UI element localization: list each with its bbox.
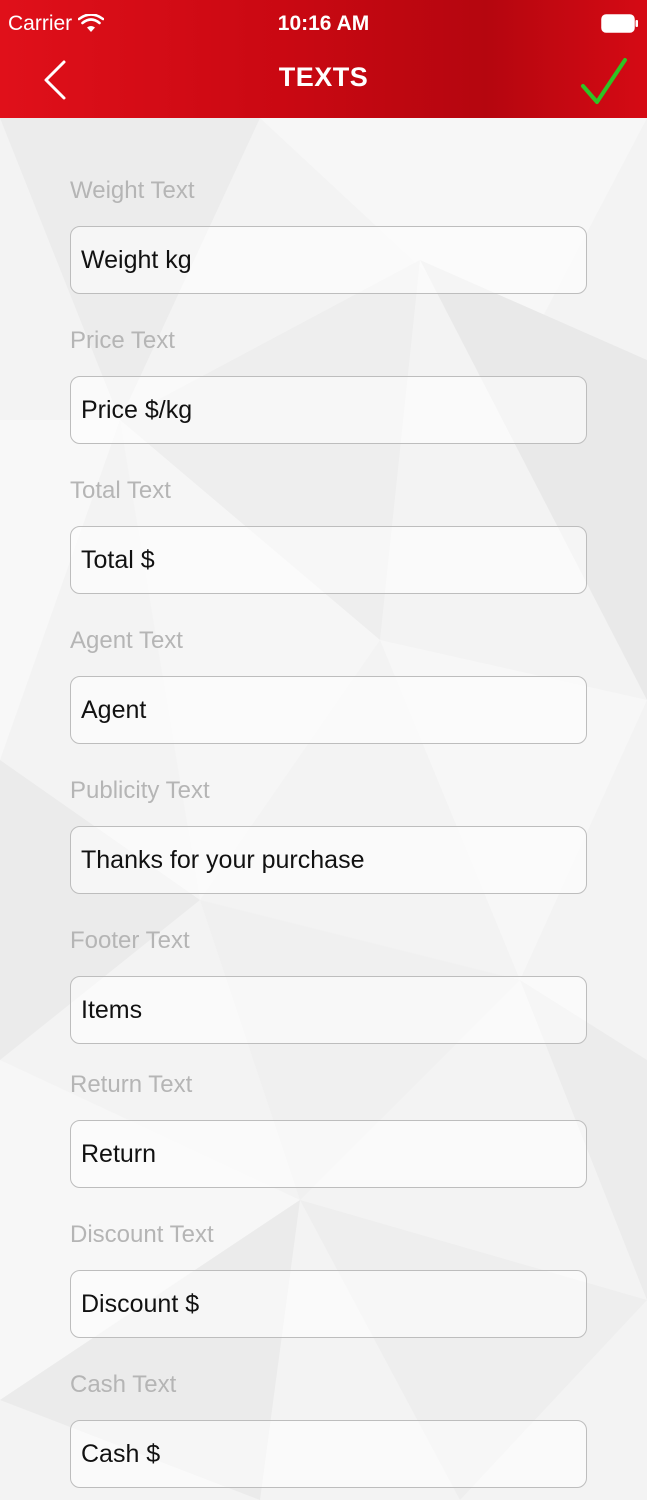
- discount-text-field: Discount Text: [70, 1220, 587, 1338]
- footer-text-input[interactable]: [70, 976, 587, 1044]
- cash-text-field: Cash Text: [70, 1370, 587, 1488]
- weight-text-field: Weight Text: [70, 176, 587, 294]
- agent-text-input[interactable]: [70, 676, 587, 744]
- publicity-text-input[interactable]: [70, 826, 587, 894]
- footer-text-field: Footer Text: [70, 926, 587, 1044]
- status-time: 10:16 AM: [277, 12, 370, 35]
- checkmark-icon: [581, 58, 627, 104]
- price-text-label: Price Text: [70, 327, 175, 354]
- agent-text-field: Agent Text: [70, 626, 587, 744]
- status-bar: Carrier 10:16 AM: [0, 0, 647, 46]
- discount-text-label: Discount Text: [70, 1221, 214, 1248]
- total-text-input[interactable]: [70, 526, 587, 594]
- price-text-input[interactable]: [70, 376, 587, 444]
- cash-text-input[interactable]: [70, 1420, 587, 1488]
- battery-icon: [601, 14, 638, 33]
- navigation-bar: TEXTS: [0, 46, 647, 118]
- agent-text-label: Agent Text: [70, 627, 183, 654]
- weight-text-label: Weight Text: [70, 177, 195, 204]
- header: Carrier 10:16 AM TEXTS: [0, 0, 647, 118]
- weight-text-input[interactable]: [70, 226, 587, 294]
- total-text-label: Total Text: [70, 477, 171, 504]
- page-title: TEXTS: [278, 62, 369, 92]
- cash-text-label: Cash Text: [70, 1371, 177, 1398]
- return-text-field: Return Text: [70, 1070, 587, 1188]
- total-text-field: Total Text: [70, 476, 587, 594]
- price-text-field: Price Text: [70, 326, 587, 444]
- publicity-text-label: Publicity Text: [70, 777, 210, 804]
- return-text-input[interactable]: [70, 1120, 587, 1188]
- publicity-text-field: Publicity Text: [70, 776, 587, 894]
- save-button[interactable]: [579, 54, 629, 108]
- discount-text-input[interactable]: [70, 1270, 587, 1338]
- return-text-label: Return Text: [70, 1071, 193, 1098]
- footer-text-label: Footer Text: [70, 927, 190, 954]
